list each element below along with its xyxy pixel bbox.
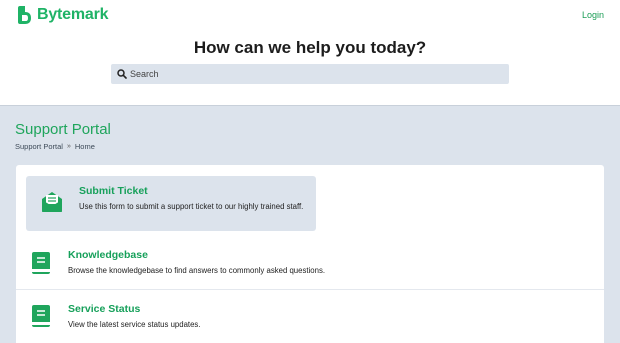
knowledgebase-description: Browse the knowledgebase to find answers…: [68, 266, 326, 275]
hero-headline: How can we help you today?: [193, 38, 427, 57]
book-icon: [32, 305, 50, 327]
search-input[interactable]: [130, 69, 500, 79]
login-link[interactable]: Login: [582, 10, 604, 20]
service-status-description: View the latest service status updates.: [68, 320, 201, 329]
bytemark-logo-icon: [18, 6, 31, 24]
page-title: Support Portal: [15, 121, 111, 138]
submit-ticket-card[interactable]: Submit Ticket Use this form to submit a …: [26, 176, 316, 231]
submit-ticket-description: Use this form to submit a support ticket…: [79, 202, 304, 211]
breadcrumb-support-portal[interactable]: Support Portal: [15, 142, 63, 151]
brand-logo[interactable]: Bytemark: [17, 5, 109, 25]
breadcrumb-separator: »: [66, 143, 71, 150]
support-options-panel: Submit Ticket Use this form to submit a …: [16, 165, 604, 343]
service-status-card[interactable]: Service Status View the latest service s…: [16, 291, 604, 343]
site-header: Bytemark Login How can we help you today…: [0, 0, 620, 106]
service-status-title[interactable]: Service Status: [68, 303, 200, 315]
knowledgebase-card[interactable]: Knowledgebase Browse the knowledgebase t…: [16, 237, 604, 290]
book-icon: [32, 252, 50, 274]
submit-ticket-title[interactable]: Submit Ticket: [79, 185, 309, 197]
breadcrumb-home[interactable]: Home: [75, 142, 95, 151]
search-bar[interactable]: [111, 64, 509, 84]
breadcrumb: Support Portal » Home: [15, 142, 95, 151]
brand-name: Bytemark: [37, 6, 109, 23]
knowledgebase-title[interactable]: Knowledgebase: [68, 249, 325, 261]
envelope-open-icon: [42, 192, 62, 212]
search-icon: [117, 69, 127, 79]
